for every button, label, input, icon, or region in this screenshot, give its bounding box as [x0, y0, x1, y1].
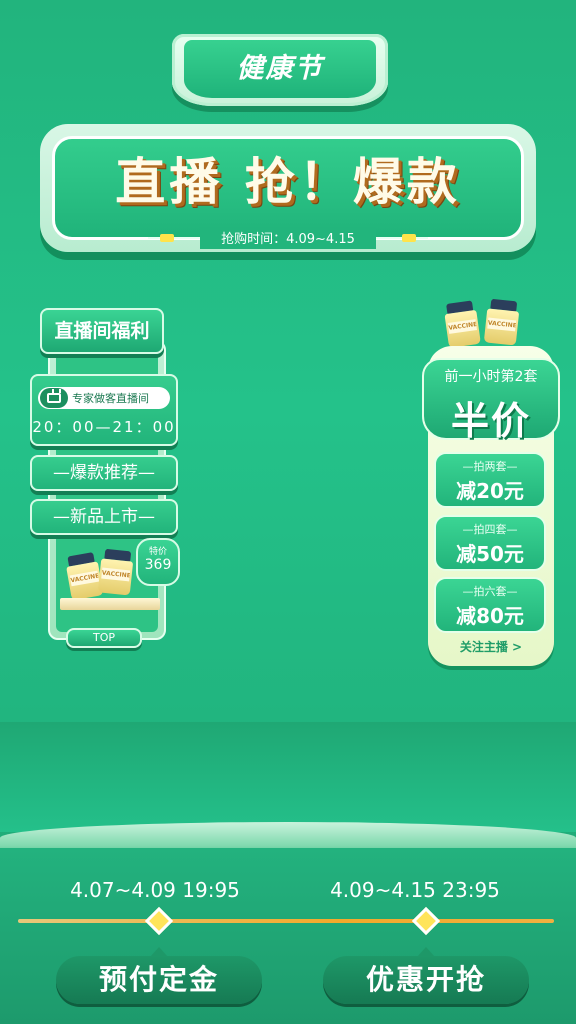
- live-time: 20：00—21：00: [32, 418, 176, 436]
- deal-condition: —拍四套—: [462, 523, 518, 536]
- grab-deal-button[interactable]: 优惠开抢: [323, 956, 529, 1004]
- deal-discount: 减20元: [456, 479, 524, 503]
- tv-icon: [40, 388, 68, 408]
- stage-back: [0, 722, 576, 832]
- phase1-date: 4.07~4.09 19:95: [70, 878, 240, 902]
- deal-card[interactable]: —拍两套— 减20元: [434, 452, 546, 508]
- main-title: 直播 抢！爆款: [115, 153, 461, 211]
- price-badge: 特价 369: [136, 538, 180, 586]
- product-jar: VACCINE: [97, 548, 134, 596]
- price-value: 369: [144, 557, 172, 573]
- deal-card[interactable]: —拍四套— 减50元: [434, 515, 546, 571]
- live-benefits-title: 直播间福利: [40, 308, 164, 354]
- live-chip[interactable]: 专家做客直播间: [38, 387, 170, 409]
- promo-headline: 半价: [450, 399, 531, 443]
- deposit-button[interactable]: 预付定金: [56, 956, 262, 1004]
- product-jar: VACCINE: [483, 298, 520, 346]
- product-jar: VACCINE: [443, 300, 481, 349]
- festival-tag-text: 健康节: [236, 53, 324, 84]
- new-arrivals-button[interactable]: —新品上市—: [30, 499, 178, 535]
- live-chip-label: 专家做客直播间: [72, 392, 149, 405]
- hot-picks-button[interactable]: —爆款推荐—: [30, 455, 178, 491]
- phase2-date: 4.09~4.15 23:95: [330, 878, 500, 902]
- back-to-top-button[interactable]: TOP: [66, 628, 142, 648]
- follow-streamer-link[interactable]: 关注主播 >: [428, 638, 554, 658]
- sale-time: 抢购时间：4.09~4.15: [221, 232, 355, 247]
- product-shelf: [60, 598, 160, 610]
- deal-card[interactable]: —拍六套— 减80元: [434, 577, 546, 633]
- promo-subtitle: 前一小时第2套: [444, 369, 538, 385]
- price-label: 特价: [148, 547, 167, 557]
- deal-discount: 减80元: [456, 604, 524, 628]
- deal-condition: —拍六套—: [462, 585, 518, 598]
- deal-discount: 减50元: [456, 542, 524, 566]
- deal-condition: —拍两套—: [462, 460, 518, 473]
- timeline-track: [18, 919, 554, 923]
